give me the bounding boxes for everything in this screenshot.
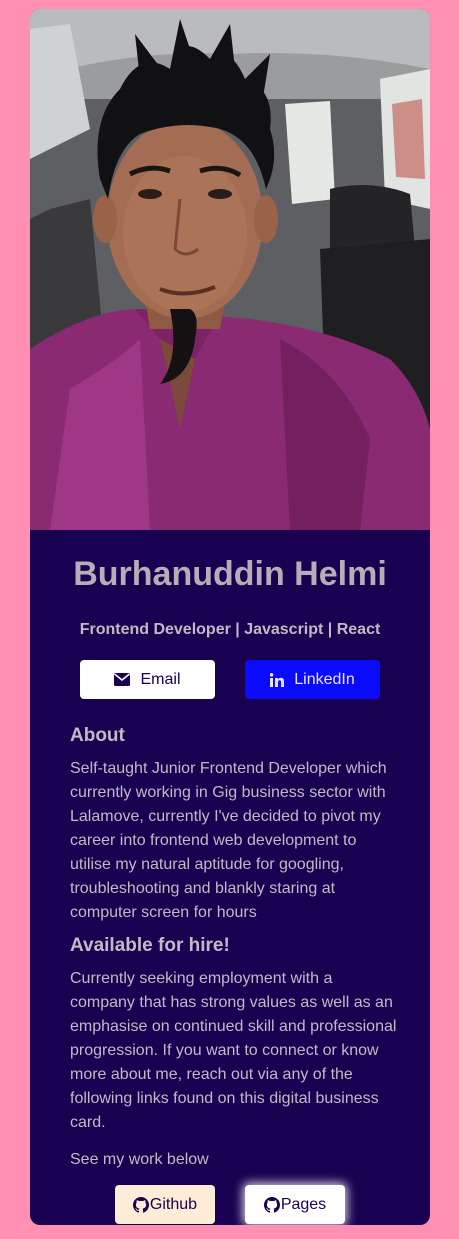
profile-tagline: Frontend Developer | Javascript | React xyxy=(79,621,381,638)
hire-title: Available for hire! xyxy=(70,935,230,956)
envelope-icon xyxy=(114,673,131,686)
profile-name: Burhanuddin Helmi xyxy=(73,555,387,593)
linkedin-button[interactable]: LinkedIn xyxy=(245,660,380,699)
linkedin-button-label: LinkedIn xyxy=(294,670,355,688)
business-card: Burhanuddin Helmi Frontend Developer | J… xyxy=(30,9,430,1225)
profile-photo xyxy=(30,9,430,530)
pages-button-label: Pages xyxy=(280,1195,327,1213)
about-title: About xyxy=(70,725,125,746)
email-button-label: Email xyxy=(140,670,181,688)
hire-text: Currently seeking employment with a comp… xyxy=(70,970,397,1131)
github-button-label: Github xyxy=(149,1195,198,1213)
see-work-text: See my work below xyxy=(70,1151,209,1168)
linkedin-icon xyxy=(270,672,285,687)
github-button[interactable]: Github xyxy=(115,1185,215,1224)
about-text: Self-taught Junior Frontend Developer wh… xyxy=(70,760,387,921)
pages-button[interactable]: Pages xyxy=(245,1185,345,1224)
github-icon xyxy=(132,1196,149,1213)
email-button[interactable]: Email xyxy=(80,660,215,699)
github-icon xyxy=(263,1196,280,1213)
